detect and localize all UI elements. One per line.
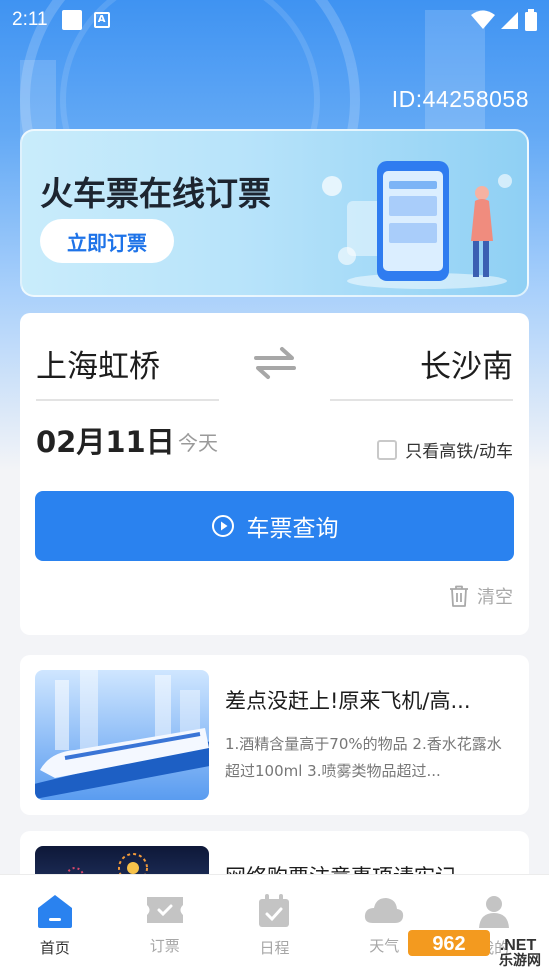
wifi-icon — [471, 10, 495, 29]
ticket-query-label: 车票查询 — [246, 516, 339, 542]
from-station-underline — [36, 399, 219, 401]
svg-text:962: 962 — [432, 933, 465, 955]
high-speed-only-filter[interactable]: 只看高铁/动车 — [377, 437, 513, 462]
news-thumbnail — [35, 670, 209, 800]
news-item[interactable]: 差点没赶上!原来飞机/高... 1.酒精含量高于70%的物品 2.香水花露水超过… — [20, 655, 529, 815]
battery-icon — [525, 9, 537, 31]
phone-illustration-icon — [322, 161, 512, 289]
notification-icon — [61, 10, 82, 30]
tab-weather-label: 天气 — [369, 937, 400, 955]
tab-tickets-label: 订票 — [149, 937, 180, 955]
clear-history-button[interactable]: 清空 — [449, 583, 513, 609]
tab-home-label: 首页 — [39, 939, 70, 957]
trash-icon — [450, 585, 468, 607]
news-description: 1.酒精含量高于70%的物品 2.香水花露水超过100ml 3.喷雾类物品超过.… — [225, 735, 502, 780]
banner-title: 火车票在线订票 — [40, 174, 271, 213]
ticket-icon — [146, 897, 183, 923]
tab-home[interactable]: 首页 — [0, 875, 110, 976]
tab-tickets[interactable]: 订票 — [110, 875, 220, 976]
ticket-search-card: 上海虹桥 长沙南 02月11日 今天 只看高铁/动车 车票查询 清空 — [20, 313, 529, 635]
user-icon — [479, 896, 510, 928]
keyboard-icon: A — [93, 12, 110, 28]
site-watermark-text: 乐游网 — [499, 952, 541, 968]
high-speed-only-checkbox[interactable] — [377, 439, 398, 460]
cloud-icon — [365, 898, 404, 923]
tab-schedule[interactable]: 日程 — [220, 875, 330, 976]
to-station[interactable]: 长沙南 — [420, 341, 513, 386]
ticket-query-button[interactable]: 车票查询 — [35, 491, 514, 561]
high-speed-only-label: 只看高铁/动车 — [405, 442, 513, 462]
home-icon — [37, 895, 72, 928]
to-station-underline — [330, 399, 513, 401]
play-circle-icon — [211, 515, 234, 537]
tab-schedule-label: 日程 — [259, 939, 290, 957]
departure-date[interactable]: 02月11日 — [36, 419, 175, 461]
status-bar: 2:11 A — [0, 0, 549, 40]
date-hint: 今天 — [178, 431, 218, 455]
user-id-label: ID:44258058 — [391, 86, 529, 112]
signal-icon — [501, 12, 518, 29]
status-time: 2:11 — [12, 9, 48, 30]
book-now-button[interactable]: 立即订票 — [40, 219, 174, 263]
booking-banner[interactable]: 火车票在线订票 立即订票 — [20, 129, 529, 297]
clear-label: 清空 — [477, 587, 513, 608]
swap-stations-icon[interactable] — [250, 343, 300, 383]
calendar-icon — [259, 894, 290, 927]
news-title: 差点没赶上!原来飞机/高... — [225, 689, 471, 713]
from-station[interactable]: 上海虹桥 — [36, 341, 160, 386]
